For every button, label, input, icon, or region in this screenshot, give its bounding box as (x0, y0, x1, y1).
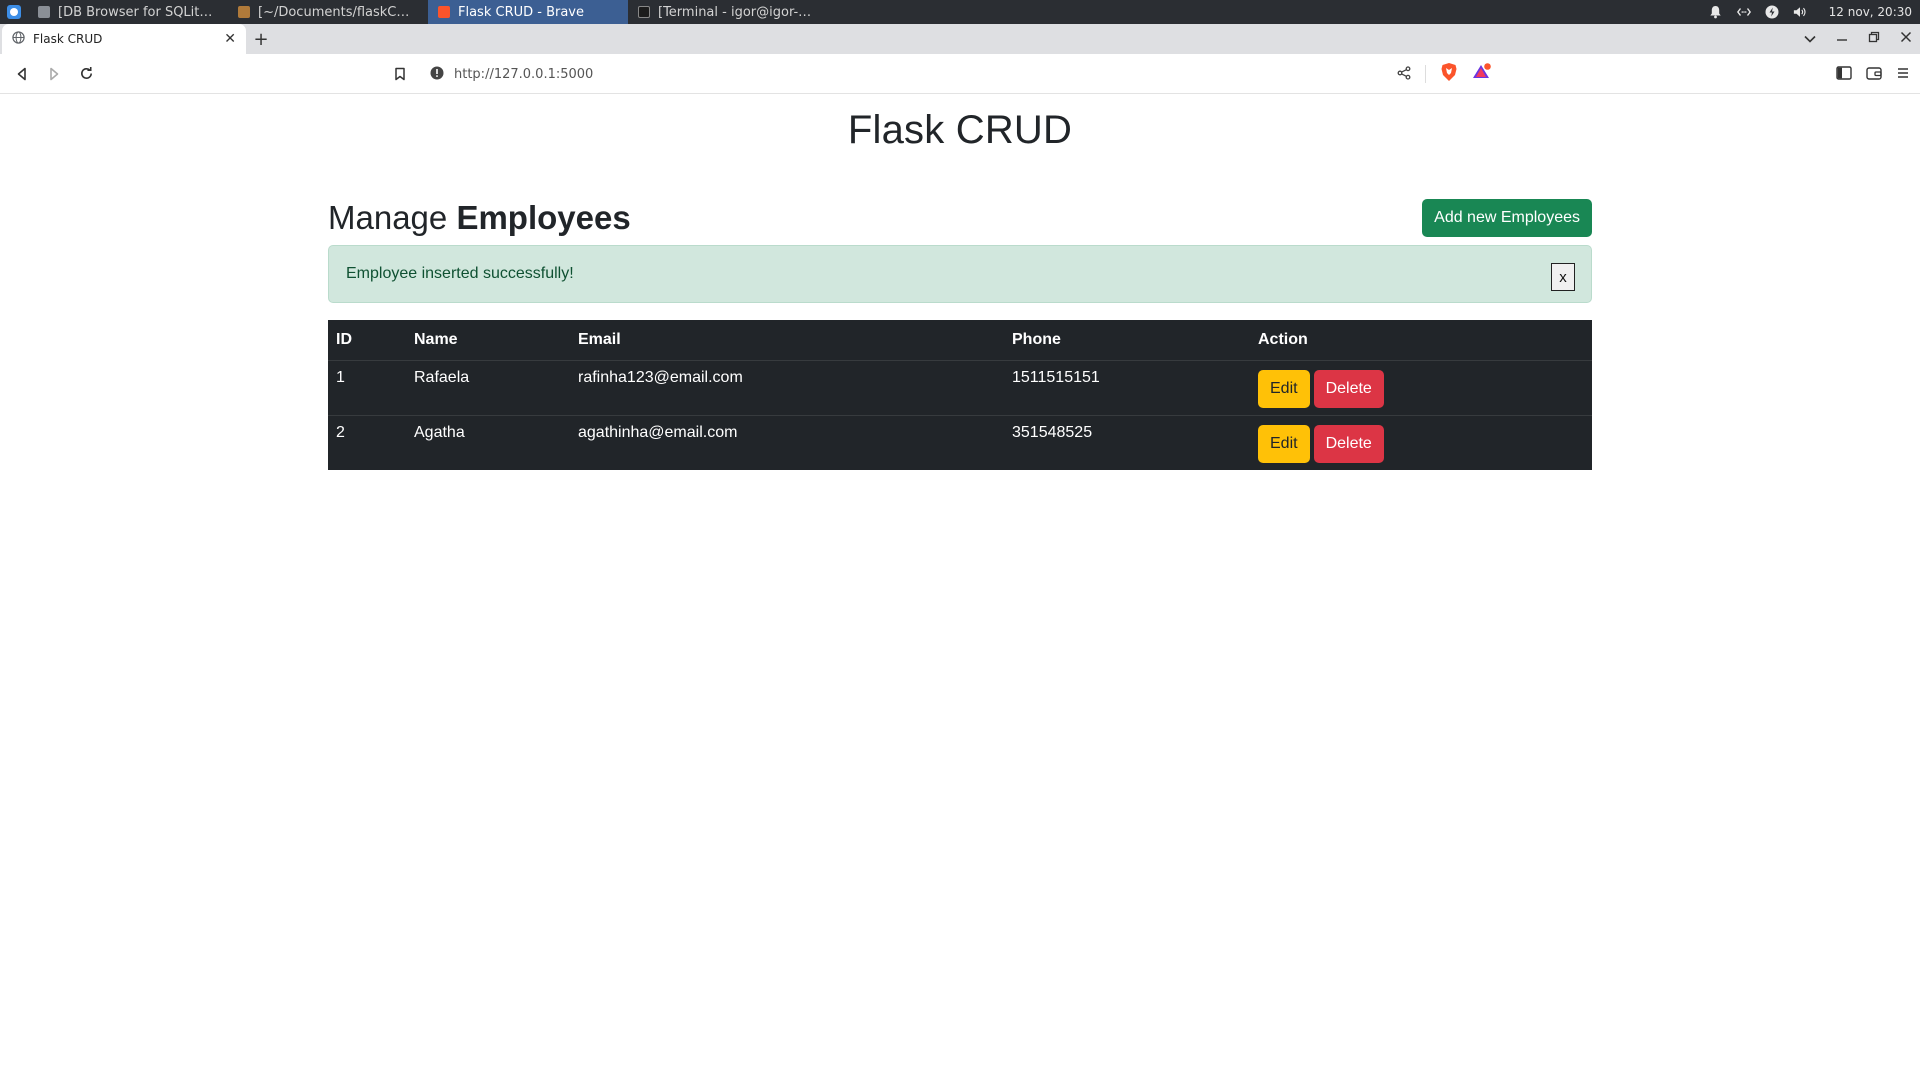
taskbar-item-label: [DB Browser for SQLite - /ho... (58, 4, 218, 20)
alert-close-button[interactable]: x (1551, 263, 1575, 291)
delete-button[interactable]: Delete (1313, 424, 1384, 463)
reload-icon (80, 66, 92, 79)
reload-button[interactable] (70, 58, 102, 90)
taskbar-item-editor[interactable]: [~/Documents/flaskCRUDap... (228, 0, 428, 24)
url-actions (1397, 62, 1492, 86)
taskbar-item-terminal[interactable]: [Terminal - igor@igor-STI: ~/... (628, 0, 828, 24)
table-header-row: ID Name Email Phone Action (328, 320, 1592, 361)
window-controls (1804, 24, 1912, 54)
browser-tab-flask-crud[interactable]: Flask CRUD ✕ (2, 24, 246, 54)
table-row: 2 Agatha agathinha@email.com 351548525 E… (328, 415, 1592, 470)
browser-tab-strip: Flask CRUD ✕ + (0, 24, 1920, 54)
edit-button[interactable]: Edit (1258, 369, 1310, 408)
restore-window-icon[interactable] (1868, 31, 1880, 47)
share-icon[interactable] (1397, 65, 1411, 84)
close-window-icon[interactable] (1900, 31, 1912, 47)
cell-name: Agatha (414, 423, 465, 441)
url-text[interactable]: http://127.0.0.1:5000 (454, 67, 1387, 82)
sidebar-toggle-icon[interactable] (1836, 65, 1852, 84)
column-header-email: Email (570, 320, 1004, 361)
table-row: 1 Rafaela rafinha123@email.com 151151515… (328, 360, 1592, 416)
new-tab-button[interactable]: + (246, 24, 276, 54)
url-divider (1425, 65, 1426, 83)
taskbar-item-label: [~/Documents/flaskCRUDap... (258, 4, 418, 20)
globe-icon (12, 31, 25, 47)
brave-icon (438, 6, 450, 18)
taskbar-item-label: Flask CRUD - Brave (458, 4, 585, 20)
heading-manage: Manage (328, 199, 457, 236)
cell-phone: 1511515151 (1004, 360, 1250, 416)
cell-id: 2 (336, 423, 345, 441)
alert-message: Employee inserted successfully! (346, 265, 574, 282)
heading-row: Manage Employees Add new Employees (328, 198, 1592, 238)
cell-phone: 351548525 (1012, 423, 1093, 441)
menu-hamburger-icon[interactable] (1896, 65, 1910, 84)
site-info-icon[interactable] (430, 65, 444, 84)
back-arrow-icon (17, 67, 26, 80)
brave-shields-icon[interactable] (1440, 62, 1458, 86)
volume-icon[interactable] (1793, 5, 1807, 19)
browser-tab-title: Flask CRUD (33, 32, 103, 46)
heading-employees: Employees (456, 199, 631, 236)
app-launcher-button[interactable] (0, 0, 28, 24)
cell-action: Edit Delete (1250, 360, 1592, 416)
db-browser-icon (38, 6, 50, 18)
brave-rewards-icon[interactable] (1472, 63, 1492, 85)
system-tray: 12 nov, 20:30 (1709, 0, 1920, 24)
taskbar-item-db-browser[interactable]: [DB Browser for SQLite - /ho... (28, 0, 228, 24)
editor-icon (238, 6, 250, 18)
browser-toolbar: http://127.0.0.1:5000 (0, 54, 1920, 94)
wallet-icon[interactable] (1866, 65, 1882, 84)
employees-container: Manage Employees Add new Employees Emplo… (328, 198, 1592, 470)
close-tab-icon[interactable]: ✕ (224, 31, 236, 47)
cell-name: Rafaela (406, 360, 570, 416)
browser-menu-area (1836, 58, 1910, 90)
network-icon[interactable] (1736, 5, 1751, 19)
power-manager-icon[interactable] (1765, 5, 1779, 19)
column-header-phone: Phone (1004, 320, 1250, 361)
employees-table: ID Name Email Phone Action 1 Rafaela raf… (328, 320, 1592, 470)
success-alert: Employee inserted successfully! x (328, 245, 1592, 303)
delete-button[interactable]: Delete (1313, 369, 1384, 408)
cell-email: agathinha@email.com (578, 423, 738, 441)
taskbar-item-brave[interactable]: Flask CRUD - Brave (428, 0, 628, 24)
os-taskbar: [DB Browser for SQLite - /ho... [~/Docum… (0, 0, 1920, 24)
page-heading: Manage Employees (328, 199, 631, 237)
minimize-window-icon[interactable] (1836, 31, 1848, 47)
cell-id: 1 (328, 360, 406, 416)
bookmark-icon (395, 67, 405, 81)
taskbar-item-label: [Terminal - igor@igor-STI: ~/... (658, 4, 818, 20)
edit-button[interactable]: Edit (1258, 424, 1310, 463)
forward-button[interactable] (38, 58, 70, 90)
forward-arrow-icon (50, 67, 59, 80)
column-header-id: ID (328, 320, 406, 361)
notification-bell-icon[interactable] (1709, 5, 1723, 19)
cell-action: Edit Delete (1250, 415, 1592, 470)
terminal-icon (638, 6, 650, 18)
plus-icon: + (253, 28, 269, 50)
column-header-action: Action (1250, 320, 1592, 361)
launcher-icon (7, 5, 21, 19)
address-bar[interactable]: http://127.0.0.1:5000 (420, 59, 1500, 89)
column-header-name: Name (406, 320, 570, 361)
web-page: Flask CRUD Manage Employees Add new Empl… (0, 94, 1920, 1080)
tab-search-chevron-icon[interactable] (1804, 31, 1816, 47)
add-employee-button[interactable]: Add new Employees (1422, 199, 1592, 237)
cell-email: rafinha123@email.com (570, 360, 1004, 416)
clock[interactable]: 12 nov, 20:30 (1829, 5, 1912, 19)
site-title: Flask CRUD (847, 108, 1073, 152)
bookmark-button[interactable] (384, 58, 416, 90)
back-button[interactable] (6, 58, 38, 90)
